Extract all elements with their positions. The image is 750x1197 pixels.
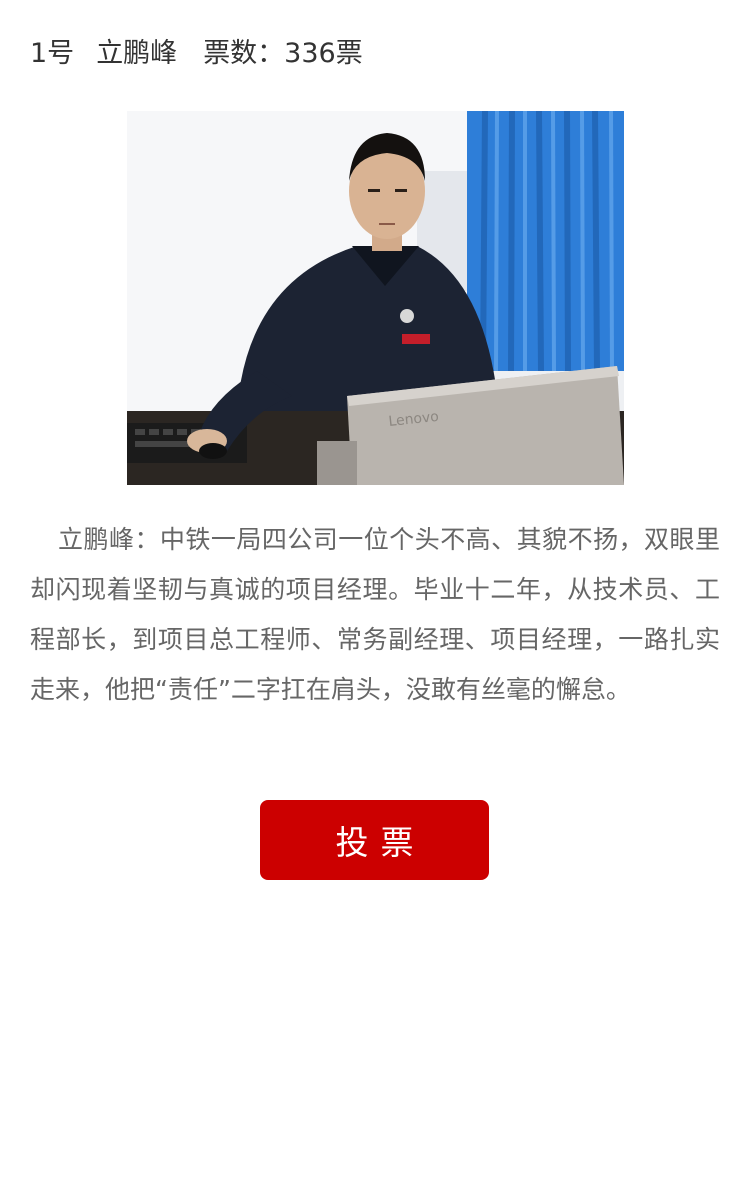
candidate-number: 1号 — [30, 37, 75, 69]
vote-count: 票数：336票 — [203, 37, 363, 69]
candidate-description: 立鹏峰：中铁一局四公司一位个头不高、其貌不扬，双眼里却闪现着坚韧与真诚的项目经理… — [30, 525, 720, 704]
candidate-photo: Lenovo — [127, 111, 624, 485]
candidate-photo-illustration: Lenovo — [127, 111, 624, 485]
vote-button[interactable]: 投票 — [260, 800, 489, 880]
candidate-header: 1号 立鹏峰 票数：336票 — [30, 30, 363, 70]
vote-button-label: 投票 — [335, 823, 426, 862]
candidate-name: 立鹏峰 — [96, 37, 178, 69]
